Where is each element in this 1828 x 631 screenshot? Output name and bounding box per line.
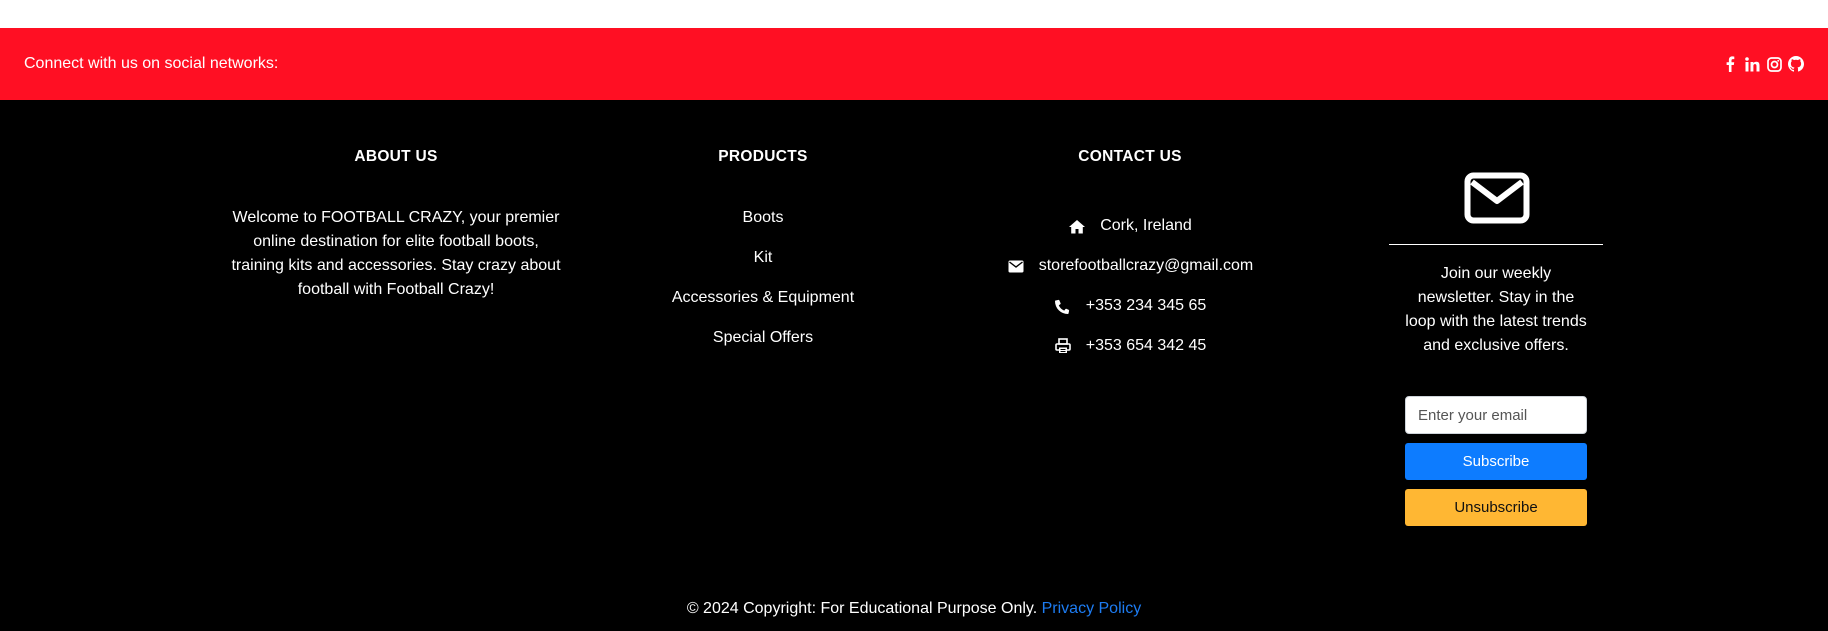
print-icon [1054, 337, 1072, 355]
unsubscribe-button[interactable]: Unsubscribe [1405, 489, 1587, 526]
newsletter-text: Join our weekly newsletter. Stay in the … [1405, 265, 1587, 354]
products-list: Boots Kit Accessories & Equipment Specia… [613, 206, 913, 366]
contact-email-text: storefootballcrazy@gmail.com [1038, 257, 1254, 274]
copyright-text: © 2024 Copyright: For Educational Purpos… [686, 600, 1038, 617]
product-link-boots[interactable]: Boots [613, 206, 913, 246]
social-bar: Connect with us on social networks: [0, 28, 1828, 100]
subscribe-button[interactable]: Subscribe [1405, 443, 1587, 480]
contact-list: Cork, Ireland storefootballcrazy@gmail.c… [980, 206, 1280, 366]
newsletter-divider [1389, 244, 1603, 245]
facebook-icon[interactable] [1722, 56, 1738, 72]
instagram-icon[interactable] [1766, 56, 1782, 72]
about-title: ABOUT US [354, 148, 438, 165]
page-top-spacer [0, 0, 1828, 28]
social-text: Connect with us on social networks: [24, 55, 279, 72]
contact-phone-text: +353 234 345 65 [1085, 297, 1207, 314]
contact-address-text: Cork, Ireland [1100, 217, 1192, 234]
contact-address: Cork, Ireland [980, 206, 1280, 246]
products-title: PRODUCTS [718, 148, 808, 165]
contact-title: CONTACT US [1078, 148, 1182, 165]
linkedin-icon[interactable] [1744, 56, 1760, 72]
social-icons [1722, 56, 1804, 72]
phone-icon [1054, 297, 1072, 315]
copyright-bar: © 2024 Copyright: For Educational Purpos… [0, 600, 1828, 618]
contact-phone: +353 234 345 65 [980, 286, 1280, 326]
contact-fax: +353 654 342 45 [980, 326, 1280, 366]
footer-columns: ABOUT US Welcome to FOOTBALL CRAZY, your… [0, 100, 1828, 560]
about-text: Welcome to FOOTBALL CRAZY, your premier … [231, 209, 561, 298]
github-icon[interactable] [1788, 56, 1804, 72]
envelope-icon [1464, 172, 1530, 224]
contact-email: storefootballcrazy@gmail.com [980, 246, 1280, 286]
home-icon [1068, 217, 1086, 235]
site-footer: ABOUT US Welcome to FOOTBALL CRAZY, your… [0, 100, 1828, 631]
contact-fax-text: +353 654 342 45 [1085, 337, 1207, 354]
privacy-policy-link[interactable]: Privacy Policy [1042, 600, 1142, 617]
product-link-special-offers[interactable]: Special Offers [613, 326, 913, 366]
envelope-icon [1007, 257, 1025, 275]
newsletter-email-input[interactable] [1405, 396, 1587, 434]
product-link-kit[interactable]: Kit [613, 246, 913, 286]
product-link-accessories[interactable]: Accessories & Equipment [613, 286, 913, 326]
